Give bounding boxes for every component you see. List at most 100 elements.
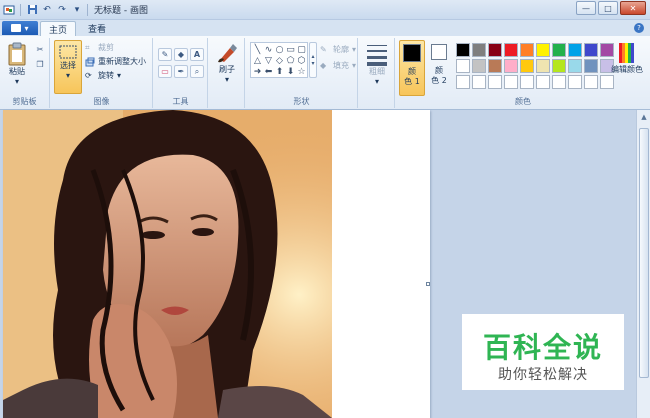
- tab-view[interactable]: 查看: [80, 21, 114, 36]
- color-swatch[interactable]: [568, 43, 582, 57]
- color-swatch[interactable]: [488, 59, 502, 73]
- color-picker-icon[interactable]: ✒: [174, 65, 188, 78]
- color-swatch[interactable]: [456, 75, 470, 89]
- redo-icon[interactable]: ↷: [56, 4, 68, 16]
- down-arrow-shape[interactable]: ⬇: [285, 66, 296, 77]
- line-shape[interactable]: ╲: [252, 44, 263, 55]
- left-arrow-shape[interactable]: ⬅: [263, 66, 274, 77]
- scissors-icon[interactable]: ✂: [33, 43, 47, 56]
- title-separator: [87, 3, 88, 16]
- tab-home[interactable]: 主页: [40, 21, 77, 36]
- text-icon[interactable]: A: [190, 48, 204, 61]
- curve-shape[interactable]: ∿: [263, 44, 274, 55]
- copy-icon[interactable]: ❐: [33, 58, 47, 71]
- triangle-shape[interactable]: △: [252, 55, 263, 66]
- watermark-title: 百科全说: [482, 331, 603, 364]
- scrollbar-thumb[interactable]: [639, 128, 649, 378]
- close-button[interactable]: ✕: [620, 1, 646, 15]
- document-icon: [11, 24, 22, 32]
- color-swatch[interactable]: [472, 59, 486, 73]
- color-swatch[interactable]: [472, 43, 486, 57]
- help-icon[interactable]: ?: [634, 23, 644, 33]
- color-swatch[interactable]: [504, 43, 518, 57]
- color-swatch[interactable]: [584, 43, 598, 57]
- tools-group-label: 工具: [172, 97, 189, 106]
- color-swatch[interactable]: [568, 59, 582, 73]
- right-triangle-shape[interactable]: ▽: [263, 55, 274, 66]
- hexagon-shape[interactable]: ⬡: [296, 55, 307, 66]
- size-button[interactable]: 粗细 ▾: [364, 42, 390, 86]
- color-swatch[interactable]: [520, 43, 534, 57]
- fill-icon: ◆: [320, 60, 327, 70]
- minimize-button[interactable]: —: [576, 1, 596, 15]
- outline-button[interactable]: ✎ 轮廓 ▾: [320, 44, 356, 55]
- eraser-icon[interactable]: ▭: [158, 65, 172, 78]
- magnifier-icon[interactable]: ⌕: [190, 65, 204, 78]
- color1-label-line2: 色 1: [404, 77, 420, 86]
- color-swatch[interactable]: [472, 75, 486, 89]
- shapes-group-label: 形状: [293, 97, 310, 106]
- select-button[interactable]: 选择 ▾: [54, 40, 82, 94]
- color-swatch[interactable]: [552, 43, 566, 57]
- resize-button[interactable]: 重新调整大小: [85, 56, 146, 67]
- tools-group: ✎ ◆ A ▭ ✒ ⌕ 工具: [154, 38, 208, 108]
- color1-label-line1: 颜: [408, 67, 416, 76]
- fill-button[interactable]: ◆ 填充 ▾: [320, 60, 356, 71]
- color2-button[interactable]: 颜 色 2: [428, 42, 450, 96]
- brushes-group: 刷子 ▾: [209, 38, 245, 108]
- rectangle-shape[interactable]: ▭: [285, 44, 296, 55]
- drawing-canvas[interactable]: [3, 110, 430, 418]
- oval-shape[interactable]: ○: [274, 44, 285, 55]
- crop-icon: ⌗: [85, 42, 90, 52]
- color-swatch[interactable]: [488, 75, 502, 89]
- right-arrow-shape[interactable]: ➜: [252, 66, 263, 77]
- star-shape[interactable]: ☆: [296, 66, 307, 77]
- shapes-scroll-icon[interactable]: ▴ ▾: [309, 42, 317, 78]
- diamond-shape[interactable]: ◇: [274, 55, 285, 66]
- maximize-button[interactable]: □: [598, 1, 618, 15]
- color-swatch[interactable]: [504, 59, 518, 73]
- scroll-up-icon[interactable]: ▲: [639, 112, 649, 122]
- ribbon-tab-row: ▾ 主页 查看 ?: [0, 20, 650, 36]
- save-icon[interactable]: [26, 4, 38, 16]
- color-swatch[interactable]: [536, 59, 550, 73]
- color1-button[interactable]: 颜 色 1: [399, 40, 425, 96]
- up-arrow-shape[interactable]: ⬆: [274, 66, 285, 77]
- crop-button[interactable]: ⌗ 裁剪: [85, 42, 114, 53]
- color-swatch[interactable]: [504, 75, 518, 89]
- rotate-button[interactable]: ⟳ 旋转 ▾: [85, 70, 121, 81]
- selection-rectangle-icon: [59, 45, 77, 59]
- color-swatch[interactable]: [568, 75, 582, 89]
- customize-dropdown-icon[interactable]: ▾: [71, 4, 83, 16]
- shapes-gallery[interactable]: ╲ ∿ ○ ▭ ▢ △ ▽ ◇ ⬠ ⬡ ➜ ⬅ ⬆ ⬇ ☆: [250, 42, 308, 78]
- chevron-down-icon: ▾: [374, 77, 379, 86]
- color-swatch[interactable]: [456, 43, 470, 57]
- fill-bucket-icon[interactable]: ◆: [174, 48, 188, 61]
- watermark: 百科全说 助你轻松解决: [462, 314, 624, 390]
- canvas-resize-handle-right[interactable]: [426, 282, 430, 286]
- pencil-icon[interactable]: ✎: [158, 48, 172, 61]
- color-swatch[interactable]: [552, 59, 566, 73]
- color-swatch[interactable]: [536, 43, 550, 57]
- color-swatch[interactable]: [584, 59, 598, 73]
- color-swatch[interactable]: [456, 59, 470, 73]
- color-swatch[interactable]: [584, 75, 598, 89]
- paste-button[interactable]: 粘贴 ▾: [4, 42, 30, 86]
- rounded-rectangle-shape[interactable]: ▢: [296, 44, 307, 55]
- fill-label: 填充: [333, 61, 349, 70]
- brushes-button[interactable]: 刷子 ▾: [213, 42, 241, 84]
- color-swatch[interactable]: [552, 75, 566, 89]
- outline-icon: ✎: [320, 44, 327, 54]
- color-swatch[interactable]: [520, 59, 534, 73]
- rotate-label: 旋转: [98, 71, 114, 80]
- color-swatch[interactable]: [520, 75, 534, 89]
- color-swatch[interactable]: [488, 43, 502, 57]
- color-swatch[interactable]: [536, 75, 550, 89]
- paint-menu-button[interactable]: ▾: [2, 21, 38, 35]
- vertical-scrollbar[interactable]: ▲: [636, 110, 650, 418]
- undo-icon[interactable]: ↶: [41, 4, 53, 16]
- paint-app-icon[interactable]: [3, 4, 15, 16]
- edit-colors-button[interactable]: 编辑颜色: [610, 42, 644, 75]
- color-swatch[interactable]: [600, 75, 614, 89]
- pentagon-shape[interactable]: ⬠: [285, 55, 296, 66]
